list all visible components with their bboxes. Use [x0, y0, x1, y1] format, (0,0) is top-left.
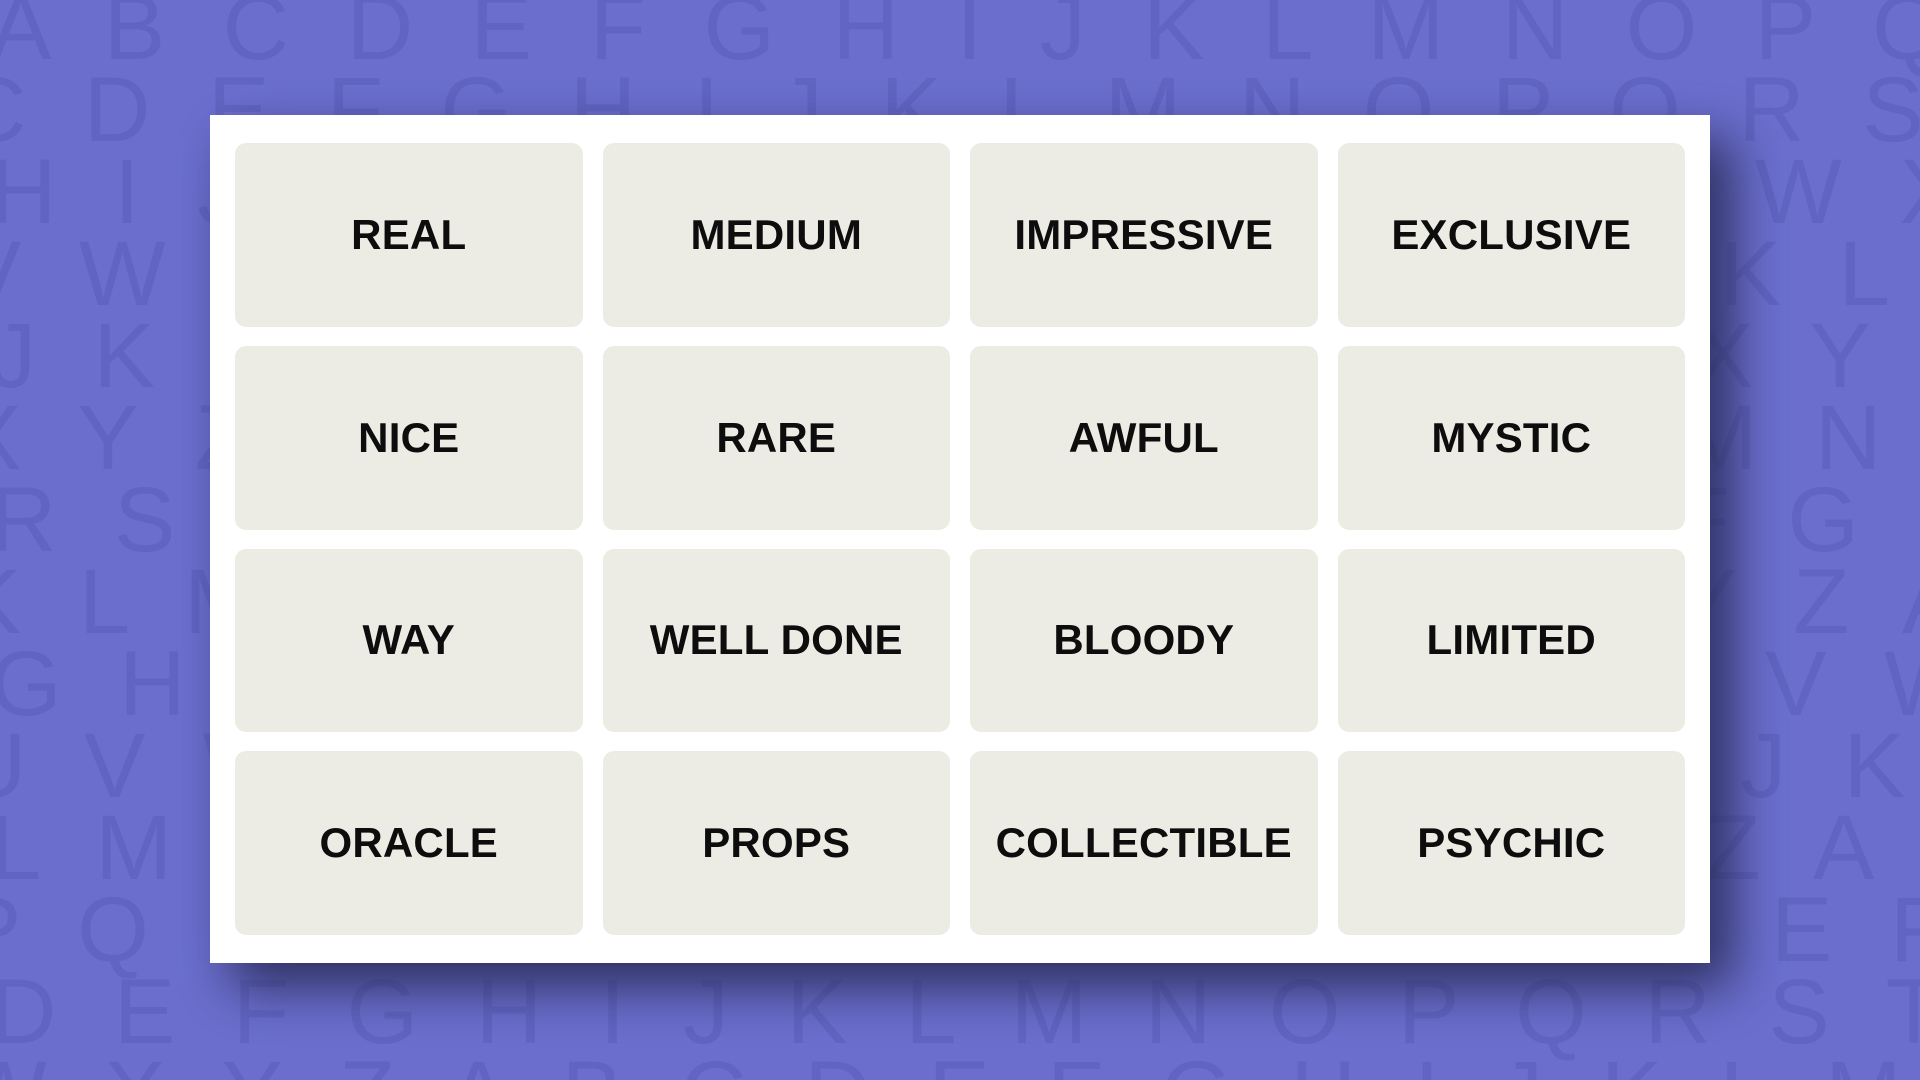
- word-tile-label: RARE: [716, 413, 837, 461]
- word-tile[interactable]: NICE: [235, 345, 583, 530]
- word-tile[interactable]: IMPRESSIVE: [970, 143, 1318, 327]
- word-tile[interactable]: REAL: [235, 143, 583, 327]
- word-tile-label: EXCLUSIVE: [1391, 210, 1632, 258]
- word-tile-label: MEDIUM: [690, 210, 863, 258]
- background-letter-row: W X Y Z A B C D E F G H I J K L M N O P …: [0, 1048, 1920, 1080]
- word-tile-label: MYSTIC: [1431, 413, 1592, 461]
- word-tile[interactable]: LIMITED: [1337, 548, 1685, 733]
- word-tile[interactable]: BLOODY: [970, 548, 1318, 733]
- word-tile-label: AWFUL: [1068, 413, 1219, 461]
- word-tile[interactable]: WELL DONE: [602, 548, 950, 733]
- word-tile-label: NICE: [358, 413, 460, 461]
- word-tile[interactable]: RARE: [602, 345, 950, 530]
- word-game-board: REAL MEDIUM IMPRESSIVE EXCLUSIVE NICE RARE AWF…: [210, 115, 1710, 963]
- word-tile-label: PSYCHIC: [1417, 819, 1606, 867]
- word-tile[interactable]: PROPS: [602, 751, 950, 935]
- word-tile-label: PROPS: [702, 819, 851, 867]
- tile-grid: REAL MEDIUM IMPRESSIVE EXCLUSIVE NICE RARE AWF…: [235, 143, 1685, 935]
- word-tile-label: ORACLE: [319, 819, 499, 867]
- word-tile-label: WAY: [362, 616, 455, 664]
- word-tile-label: WELL DONE: [649, 616, 903, 664]
- word-tile-label: LIMITED: [1426, 616, 1596, 664]
- word-tile[interactable]: COLLECTIBLE: [970, 751, 1318, 935]
- word-tile[interactable]: PSYCHIC: [1337, 751, 1685, 935]
- word-tile[interactable]: EXCLUSIVE: [1337, 143, 1685, 327]
- word-tile[interactable]: ORACLE: [235, 751, 583, 935]
- word-tile-label: COLLECTIBLE: [995, 819, 1292, 867]
- word-tile-label: IMPRESSIVE: [1014, 210, 1274, 258]
- word-tile[interactable]: WAY: [235, 548, 583, 733]
- word-tile-label: REAL: [351, 210, 467, 258]
- word-tile-label: BLOODY: [1053, 616, 1235, 664]
- word-tile[interactable]: AWFUL: [970, 345, 1318, 530]
- word-tile[interactable]: MEDIUM: [602, 143, 950, 327]
- word-tile[interactable]: MYSTIC: [1337, 345, 1685, 530]
